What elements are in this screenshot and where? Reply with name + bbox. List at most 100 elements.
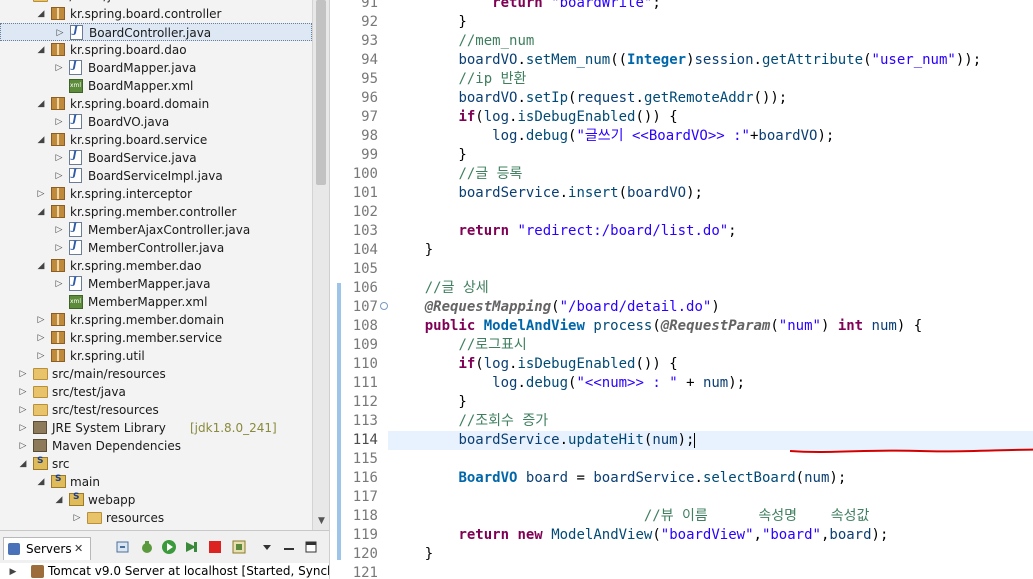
code-line[interactable]: } — [391, 13, 1031, 32]
code-line[interactable]: //글 상세 — [391, 279, 1031, 298]
expand-arrow-icon[interactable]: ▷ — [54, 240, 64, 256]
expand-arrow-icon[interactable]: ▷ — [54, 168, 64, 184]
tree-item[interactable]: ▷ kr.spring.interceptor — [0, 185, 312, 203]
collapse-arrow-icon[interactable]: ◢ — [54, 492, 64, 508]
code-line[interactable]: //글 등록 — [391, 165, 1031, 184]
view-menu-chevron-down-icon[interactable] — [259, 539, 275, 555]
expand-arrow-icon[interactable]: ▷ — [18, 366, 28, 382]
code-line[interactable]: //조회수 증가 — [391, 412, 1031, 431]
scrollbar-thumb[interactable] — [316, 0, 326, 185]
maximize-icon[interactable] — [303, 539, 319, 555]
expand-arrow-icon[interactable]: ▷ — [54, 60, 64, 76]
tree-item[interactable]: MemberMapper.xml — [0, 293, 312, 311]
tree-item[interactable]: ◢ main — [0, 473, 312, 491]
debug-server-icon[interactable] — [139, 539, 155, 555]
expand-arrow-icon[interactable]: ▷ — [18, 384, 28, 400]
tree-item[interactable]: ◢ kr.spring.board.dao — [0, 41, 312, 59]
collapse-arrow-icon[interactable]: ◢ — [36, 96, 46, 112]
profile-server-icon[interactable] — [183, 539, 199, 555]
collapse-arrow-icon[interactable]: ◢ — [36, 132, 46, 148]
tree-item[interactable]: ◢ webapp — [0, 491, 312, 509]
expand-arrow-icon[interactable]: ▷ — [54, 222, 64, 238]
scroll-down-arrow-icon[interactable]: ▼ — [313, 513, 329, 530]
code-line[interactable]: @RequestMapping("/board/detail.do") — [391, 298, 1031, 317]
project-explorer-scrollbar[interactable]: ▼ — [312, 0, 329, 530]
code-line[interactable]: boardVO.setMem_num((Integer)session.getA… — [391, 51, 1031, 70]
code-line[interactable]: } — [391, 241, 1031, 260]
code-line[interactable]: } — [391, 545, 1031, 564]
collapse-arrow-icon[interactable]: ◢ — [18, 0, 28, 4]
code-line[interactable] — [391, 203, 1031, 222]
code-line[interactable]: //ip 반환 — [391, 70, 1031, 89]
tree-item[interactable]: ▷ Maven Dependencies — [0, 437, 312, 455]
code-line[interactable]: BoardVO board = boardService.selectBoard… — [391, 469, 1031, 488]
expand-arrow-icon[interactable]: ▷ — [36, 186, 46, 202]
expand-arrow-icon[interactable]: ▷ — [36, 348, 46, 364]
tree-item-selected[interactable]: ▷ BoardController.java — [0, 23, 312, 41]
code-line[interactable]: //mem_num — [391, 32, 1031, 51]
collapse-arrow-icon[interactable]: ◢ — [36, 6, 46, 22]
code-line[interactable]: boardVO.setIp(request.getRemoteAddr()); — [391, 89, 1031, 108]
tree-item[interactable]: ▷ MemberAjaxController.java — [0, 221, 312, 239]
collapse-icon[interactable] — [115, 539, 131, 555]
code-line[interactable]: if(log.isDebugEnabled()) { — [391, 355, 1031, 374]
code-line[interactable]: log.debug("<<num>> : " + num); — [391, 374, 1031, 393]
stop-server-icon[interactable] — [207, 539, 223, 555]
collapse-arrow-icon[interactable]: ◢ — [36, 204, 46, 220]
tree-item[interactable]: ◢ kr.spring.board.domain — [0, 95, 312, 113]
tomcat-server-row[interactable]: ▶ Tomcat v9.0 Server at localhost [Start… — [0, 563, 329, 579]
tree-item[interactable]: ▷ kr.spring.member.domain — [0, 311, 312, 329]
close-icon[interactable]: ✕ — [74, 538, 83, 560]
code-line[interactable]: boardService.insert(boardVO); — [391, 184, 1031, 203]
expand-arrow-icon[interactable]: ▷ — [54, 150, 64, 166]
tree-item[interactable]: ▷ kr.spring.member.service — [0, 329, 312, 347]
tree-item[interactable]: ◢ src — [0, 455, 312, 473]
expand-arrow-icon[interactable]: ▷ — [54, 276, 64, 292]
publish-icon[interactable] — [231, 539, 247, 555]
code-line[interactable] — [391, 488, 1031, 507]
code-line[interactable] — [391, 564, 1031, 579]
start-server-icon[interactable] — [161, 539, 177, 555]
code-line[interactable]: log.debug("글쓰기 <<BoardVO>> :"+boardVO); — [391, 127, 1031, 146]
fold-collapse-icon[interactable] — [380, 302, 388, 310]
expand-icon[interactable]: ▶ — [8, 564, 18, 579]
code-line[interactable]: return "redirect:/board/list.do"; — [391, 222, 1031, 241]
tree-item[interactable]: ▷ BoardService.java — [0, 149, 312, 167]
tree-item[interactable]: ▷ BoardServiceImpl.java — [0, 167, 312, 185]
code-line[interactable]: public ModelAndView process(@RequestPara… — [391, 317, 1031, 336]
code-line[interactable]: return new ModelAndView("boardView","boa… — [391, 526, 1031, 545]
tree-item[interactable]: BoardMapper.xml — [0, 77, 312, 95]
code-line[interactable]: //로그표시 — [391, 336, 1031, 355]
expand-arrow-icon[interactable]: ▷ — [55, 25, 65, 41]
expand-arrow-icon[interactable]: ▷ — [18, 402, 28, 418]
code-line[interactable]: } — [391, 393, 1031, 412]
tab-servers[interactable]: Servers ✕ — [3, 537, 91, 560]
code-line[interactable]: } — [391, 146, 1031, 165]
tree-item[interactable]: ▷ resources — [0, 509, 312, 527]
code-editor[interactable]: 91 92 93 94 95 96 97 98 99 100 101 102 103 104 105 106 1… — [330, 0, 1033, 579]
tree-item[interactable]: ◢ kr.spring.board.service — [0, 131, 312, 149]
tree-item[interactable]: ▷ JRE System Library [jdk1.8.0_241] — [0, 419, 312, 437]
expand-arrow-icon[interactable]: ▷ — [54, 114, 64, 130]
tree-item[interactable]: ▷ BoardVO.java — [0, 113, 312, 131]
tree-item[interactable]: ▷ src/test/resources — [0, 401, 312, 419]
expand-arrow-icon[interactable]: ▷ — [36, 330, 46, 346]
code-line[interactable]: //뷰 이름 속성명 속성값 — [391, 507, 1031, 526]
tree-item[interactable]: ▷ BoardMapper.java — [0, 59, 312, 77]
minimize-icon[interactable] — [281, 539, 297, 555]
expand-arrow-icon[interactable]: ▷ — [72, 510, 82, 526]
tree-item[interactable]: ▷ src/main/resources — [0, 365, 312, 383]
collapse-arrow-icon[interactable]: ◢ — [36, 42, 46, 58]
expand-arrow-icon[interactable]: ▷ — [18, 438, 28, 454]
code-line[interactable]: return "boardWrite"; — [391, 0, 1031, 13]
tree-item[interactable]: ◢ kr.spring.member.controller — [0, 203, 312, 221]
tree-item[interactable]: ▷ kr.spring.util — [0, 347, 312, 365]
expand-arrow-icon[interactable]: ▷ — [18, 420, 28, 436]
collapse-arrow-icon[interactable]: ◢ — [36, 474, 46, 490]
code-line[interactable]: if(log.isDebugEnabled()) { — [391, 108, 1031, 127]
collapse-arrow-icon[interactable]: ◢ — [18, 456, 28, 472]
tree-item[interactable]: ▷ MemberMapper.java — [0, 275, 312, 293]
tree-item[interactable]: ◢ kr.spring.member.dao — [0, 257, 312, 275]
collapse-arrow-icon[interactable]: ◢ — [36, 258, 46, 274]
tree-item[interactable]: ▷ MemberController.java — [0, 239, 312, 257]
